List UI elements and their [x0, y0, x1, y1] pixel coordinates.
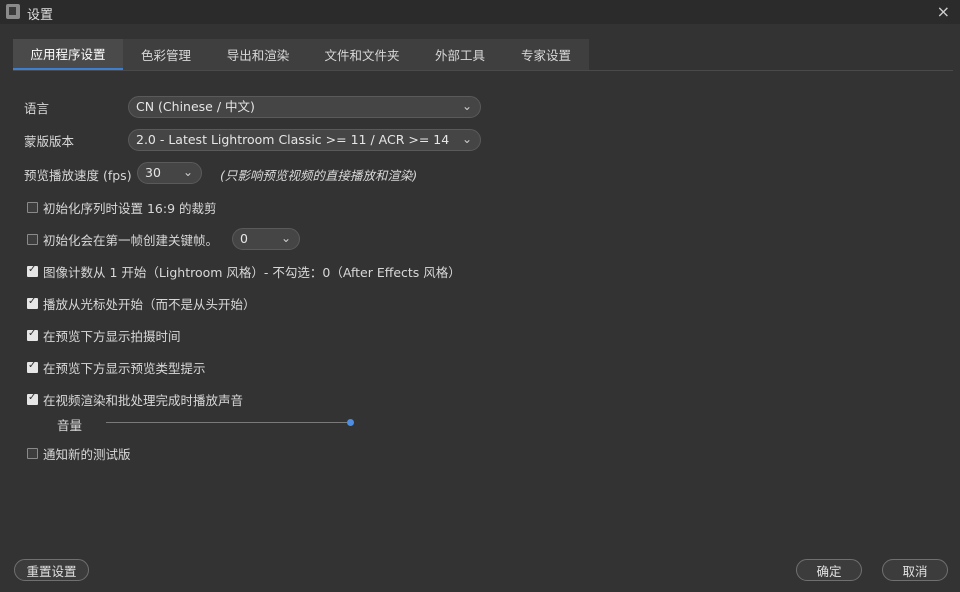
preview-speed-note: (只影响预览视频的直接播放和渲染) [220, 168, 418, 183]
checkbox-label: 在预览下方显示预览类型提示 [43, 360, 206, 376]
preview-speed-label: 预览播放速度 (fps) [24, 168, 132, 183]
checkbox-play-from-cursor[interactable]: 播放从光标处开始（而不是从头开始） [27, 294, 256, 312]
close-icon[interactable]: × [937, 2, 950, 21]
checkbox-label: 在预览下方显示拍摄时间 [43, 328, 181, 344]
volume-slider-fill [106, 422, 350, 423]
tab-bar: 应用程序设置 色彩管理 导出和渲染 文件和文件夹 外部工具 专家设置 [13, 39, 589, 70]
preview-speed-value: 30 [145, 165, 161, 180]
tab-expert-settings[interactable]: 专家设置 [503, 39, 589, 70]
checkbox-label: 通知新的测试版 [43, 446, 131, 462]
checkbox[interactable] [27, 392, 38, 405]
checkbox-crop-16-9[interactable]: 初始化序列时设置 16:9 的裁剪 [27, 198, 217, 216]
ok-button[interactable]: 确定 [796, 559, 862, 581]
tab-export-render[interactable]: 导出和渲染 [209, 39, 307, 70]
checkbox-image-count-start[interactable]: 图像计数从 1 开始（Lightroom 风格）- 不勾选：0（After Ef… [27, 262, 461, 280]
checkbox-notify-beta[interactable]: 通知新的测试版 [27, 444, 131, 462]
checkbox-keyframe-first-frame[interactable]: 初始化会在第一帧创建关键帧。 [27, 230, 218, 248]
volume-slider[interactable] [106, 419, 354, 426]
checkbox[interactable] [27, 328, 38, 341]
keyframe-value: 0 [240, 231, 248, 246]
checkbox-label: 初始化会在第一帧创建关键帧。 [43, 232, 219, 248]
reset-button[interactable]: 重置设置 [14, 559, 89, 581]
tab-external-tools[interactable]: 外部工具 [417, 39, 503, 70]
mask-version-value: 2.0 - Latest Lightroom Classic >= 11 / A… [136, 132, 450, 147]
chevron-down-icon: ⌄ [461, 99, 472, 113]
preview-speed-select[interactable]: 30 ⌄ [137, 162, 202, 184]
checkbox[interactable] [27, 296, 38, 309]
tab-application-settings[interactable]: 应用程序设置 [13, 39, 123, 70]
chevron-down-icon: ⌄ [182, 165, 193, 179]
tab-color-management[interactable]: 色彩管理 [123, 39, 209, 70]
mask-version-select[interactable]: 2.0 - Latest Lightroom Classic >= 11 / A… [128, 129, 481, 151]
language-label: 语言 [24, 101, 50, 116]
volume-slider-handle[interactable] [347, 419, 354, 426]
volume-label: 音量 [57, 418, 83, 433]
tab-files-folders[interactable]: 文件和文件夹 [307, 39, 417, 70]
cancel-button[interactable]: 取消 [882, 559, 948, 581]
app-icon [6, 4, 20, 19]
language-select[interactable]: CN (Chinese / 中文) ⌄ [128, 96, 481, 118]
checkbox-label: 初始化序列时设置 16:9 的裁剪 [43, 200, 217, 216]
checkbox-label: 图像计数从 1 开始（Lightroom 风格）- 不勾选：0（After Ef… [43, 264, 461, 280]
mask-version-label: 蒙版版本 [24, 134, 75, 149]
checkbox-label: 播放从光标处开始（而不是从头开始） [43, 296, 256, 312]
chevron-down-icon: ⌄ [280, 231, 291, 245]
checkbox-label: 在视频渲染和批处理完成时播放声音 [43, 392, 244, 408]
checkbox-play-sound[interactable]: 在视频渲染和批处理完成时播放声音 [27, 390, 243, 408]
checkbox[interactable] [27, 264, 38, 277]
language-value: CN (Chinese / 中文) [136, 99, 255, 114]
checkbox[interactable] [27, 233, 38, 245]
checkbox[interactable] [27, 360, 38, 373]
checkbox-show-preview-type[interactable]: 在预览下方显示预览类型提示 [27, 358, 206, 376]
window-title: 设置 [27, 8, 54, 23]
checkbox[interactable] [27, 447, 38, 459]
title-bar: 设置 × [0, 0, 960, 24]
chevron-down-icon: ⌄ [461, 132, 472, 146]
keyframe-select[interactable]: 0 ⌄ [232, 228, 300, 250]
checkbox[interactable] [27, 201, 38, 213]
checkbox-show-capture-time[interactable]: 在预览下方显示拍摄时间 [27, 326, 181, 344]
tab-divider [13, 70, 953, 71]
